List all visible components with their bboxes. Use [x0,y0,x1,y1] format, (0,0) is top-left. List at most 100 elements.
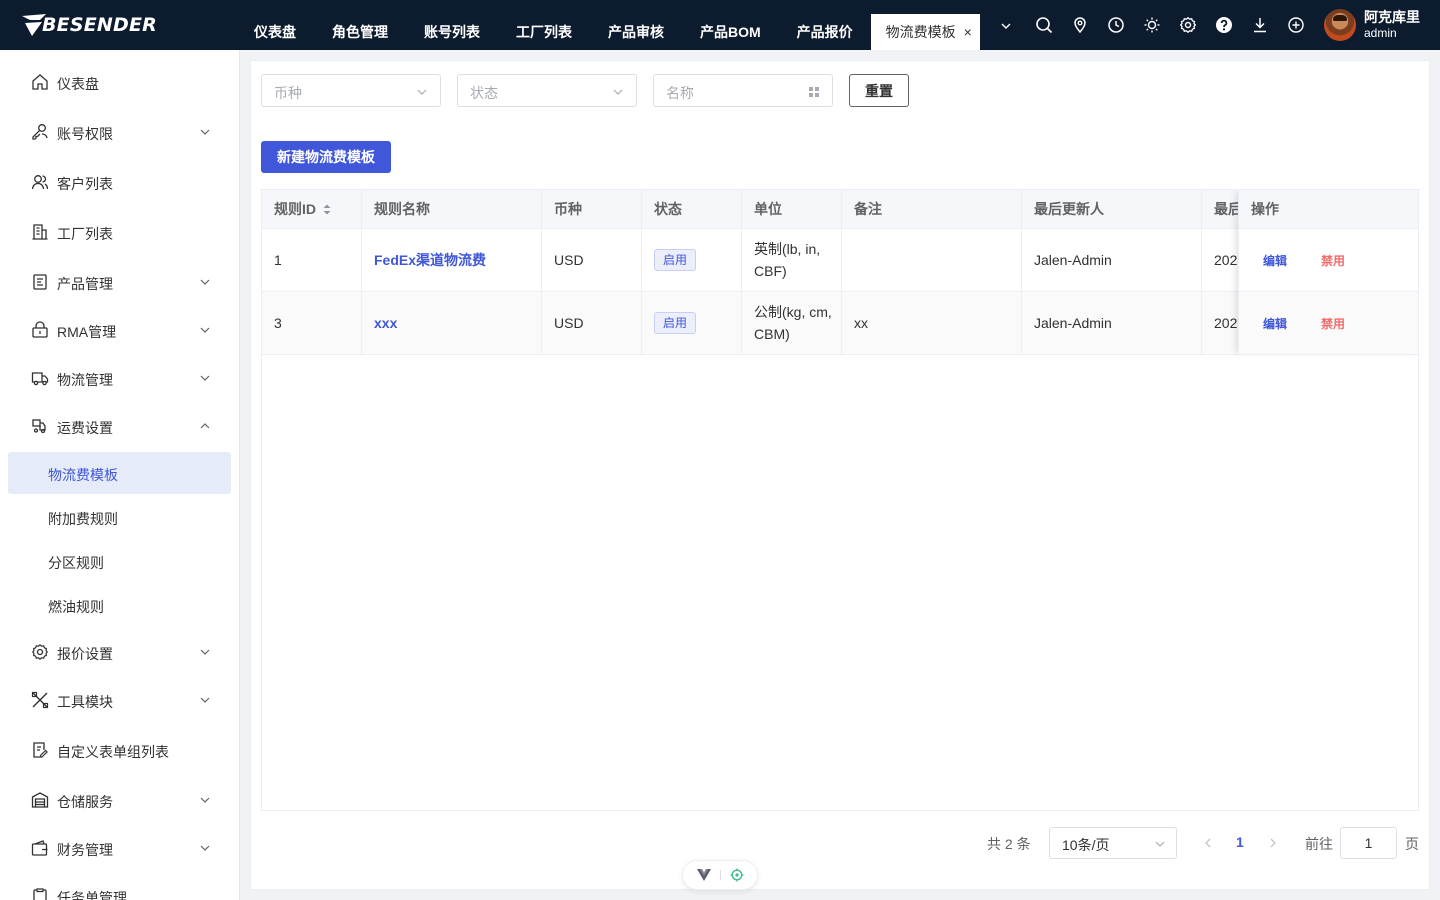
chevron-down-icon [200,845,210,851]
sidebar-item-rma-management[interactable]: RMA管理 [0,318,239,342]
sun-icon[interactable] [1142,15,1162,35]
sidebar-item-label: 物流管理 [57,372,113,388]
cell-rule-name-link[interactable]: FedEx渠道物流费 [362,229,542,291]
sidebar-item-freight-settings[interactable]: 运费设置 [0,414,239,438]
sidebar-item-finance-management[interactable]: 财务管理 [0,836,239,860]
sidebar: 仪表盘 账号权限 客户列表 工厂列表 产品管理 RMA管理 物流管理 运费设置 … [0,50,240,900]
vue-logo-icon[interactable] [696,869,711,881]
sort-icon[interactable] [322,203,332,216]
chevron-down-icon [1155,841,1165,847]
chevron-down-icon [200,797,210,803]
wallet-icon [31,840,48,856]
gear-icon [31,644,49,660]
column-remark: 备注 [842,190,1022,229]
create-logistics-template-button[interactable]: 新建物流费模板 [261,141,391,173]
logo-text: BESENDER [42,14,158,36]
sidebar-item-label: 报价设置 [57,646,113,662]
sidebar-subitem-surcharge-rules[interactable]: 附加费规则 [8,496,231,538]
name-input[interactable]: 名称 [653,74,833,107]
search-icon[interactable] [1034,15,1054,35]
sidebar-item-tools-module[interactable]: 工具模块 [0,688,239,712]
sidebar-item-quote-settings[interactable]: 报价设置 [0,640,239,664]
gear-icon[interactable] [1178,15,1198,35]
sidebar-item-label: 运费设置 [57,420,113,436]
sidebar-item-label: 仪表盘 [57,76,99,92]
tab-label: 产品BOM [700,24,761,40]
sidebar-item-customer-list[interactable]: 客户列表 [0,170,239,194]
reset-button[interactable]: 重置 [849,74,909,107]
logo[interactable]: BESENDER [22,13,157,37]
floating-devtools [682,860,758,890]
sidebar-subitem-label: 附加费规则 [48,511,118,527]
clock-icon[interactable] [1106,15,1126,35]
cell-rule-name-link[interactable]: xxx [362,292,542,354]
sidebar-item-label: 任务单管理 [57,890,127,900]
chevron-down-icon [613,89,623,95]
edit-button[interactable]: 编辑 [1263,315,1287,332]
goto-page-input[interactable] [1340,827,1397,859]
tab-logistics-template[interactable]: 物流费模板 × [870,14,980,50]
tab-product-bom[interactable]: 产品BOM [682,14,779,50]
top-nav-tabs: 仪表盘 角色管理 账号列表 工厂列表 产品审核 产品BOM 产品报价 物流费模板… [236,14,980,50]
download-icon[interactable] [1250,15,1270,35]
sidebar-subitem-logistics-template[interactable]: 物流费模板 [8,452,231,494]
target-icon[interactable] [730,868,744,882]
sidebar-item-warehouse-service[interactable]: 仓储服务 [0,788,239,812]
name-input-placeholder: 名称 [666,85,694,101]
chevron-down-icon[interactable] [1000,20,1012,32]
cell-last-updater: Jalen-Admin [1022,229,1202,291]
user-name: 阿克库里 [1364,9,1420,26]
sidebar-item-dashboard[interactable]: 仪表盘 [0,70,239,94]
tab-dashboard[interactable]: 仪表盘 [236,14,314,50]
chevron-down-icon [200,649,210,655]
sidebar-item-label: 工厂列表 [57,226,113,242]
grid-icon[interactable] [808,86,820,98]
sidebar-item-factory-list[interactable]: 工厂列表 [0,220,239,244]
rules-table: 规则ID 规则名称 币种 状态 单位 备注 最后更新人 最后 1 FedEx渠道… [261,189,1419,811]
page-suffix: 页 [1405,836,1419,852]
help-icon[interactable] [1214,15,1234,35]
sidebar-item-custom-form-groups[interactable]: 自定义表单组列表 [0,738,239,762]
warehouse-icon [31,792,49,808]
tab-product-quote[interactable]: 产品报价 [779,14,871,50]
tab-product-review[interactable]: 产品审核 [590,14,682,50]
sidebar-subitem-zone-rules[interactable]: 分区规则 [8,540,231,582]
currency-select[interactable]: 币种 [261,74,441,107]
sidebar-item-account-permission[interactable]: 账号权限 [0,120,239,144]
user-menu[interactable]: 阿克库里 admin [1324,9,1420,41]
prev-page-icon[interactable] [1202,836,1214,850]
disable-button[interactable]: 禁用 [1321,315,1345,332]
task-icon [33,888,47,900]
chevron-down-icon [200,375,210,381]
sidebar-item-product-management[interactable]: 产品管理 [0,270,239,294]
tab-label: 账号列表 [424,24,480,40]
column-rule-id[interactable]: 规则ID [262,190,362,229]
page-size-select[interactable]: 10条/页 [1049,827,1177,859]
plus-circle-icon[interactable] [1286,15,1306,35]
tab-label: 工厂列表 [516,24,572,40]
chevron-down-icon [200,279,210,285]
chevron-down-icon [200,327,210,333]
fixed-operations-column: 操作 编辑 禁用 编辑 禁用 [1238,190,1418,355]
next-page-icon[interactable] [1267,836,1279,850]
row-actions: 编辑 禁用 [1238,292,1418,355]
status-select-placeholder: 状态 [470,85,498,101]
location-icon[interactable] [1070,15,1090,35]
tab-role-management[interactable]: 角色管理 [314,14,406,50]
tab-factory-list[interactable]: 工厂列表 [498,14,590,50]
column-unit: 单位 [742,190,842,229]
disable-button[interactable]: 禁用 [1321,252,1345,269]
tools-icon [31,691,49,709]
sidebar-item-task-management[interactable]: 任务单管理 [0,884,239,900]
column-status: 状态 [642,190,742,229]
page-number-current[interactable]: 1 [1236,834,1244,850]
sidebar-item-logistics-management[interactable]: 物流管理 [0,366,239,390]
close-icon[interactable]: × [964,25,972,39]
home-icon [32,74,48,90]
tab-account-list[interactable]: 账号列表 [406,14,498,50]
chevron-down-icon [417,89,427,95]
lock-box-icon [32,321,48,338]
sidebar-subitem-fuel-rules[interactable]: 燃油规则 [8,584,231,626]
edit-button[interactable]: 编辑 [1263,252,1287,269]
status-select[interactable]: 状态 [457,74,637,107]
